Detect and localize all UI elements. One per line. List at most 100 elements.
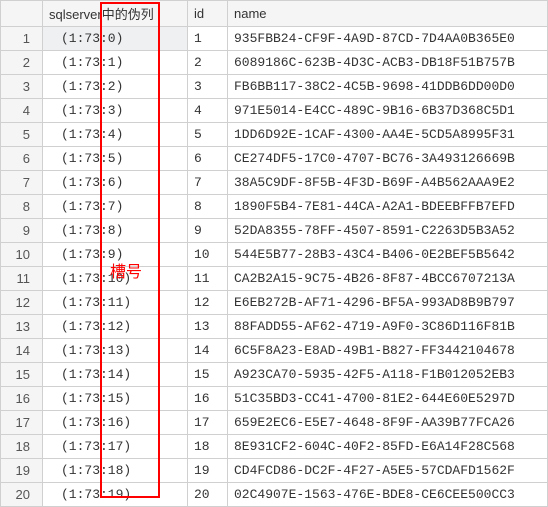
cell-pseudo[interactable]: (1:73:12)	[43, 315, 188, 339]
cell-name[interactable]: 51C35BD3-CC41-4700-81E2-644E60E5297D	[228, 387, 548, 411]
header-pseudo[interactable]: sqlserver中的伪列	[43, 1, 188, 27]
cell-id[interactable]: 3	[188, 75, 228, 99]
row-number[interactable]: 1	[1, 27, 43, 51]
row-number[interactable]: 6	[1, 147, 43, 171]
cell-pseudo[interactable]: (1:73:7)	[43, 195, 188, 219]
table-row[interactable]: 11(1:73:10)11CA2B2A15-9C75-4B26-8F87-4BC…	[1, 267, 548, 291]
cell-id[interactable]: 5	[188, 123, 228, 147]
row-number[interactable]: 12	[1, 291, 43, 315]
table-row[interactable]: 8(1:73:7)81890F5B4-7E81-44CA-A2A1-BDEEBF…	[1, 195, 548, 219]
cell-name[interactable]: 935FBB24-CF9F-4A9D-87CD-7D4AA0B365E0	[228, 27, 548, 51]
cell-id[interactable]: 16	[188, 387, 228, 411]
cell-id[interactable]: 19	[188, 459, 228, 483]
cell-name[interactable]: 659E2EC6-E5E7-4648-8F9F-AA39B77FCA26	[228, 411, 548, 435]
cell-id[interactable]: 6	[188, 147, 228, 171]
table-row[interactable]: 15(1:73:14)15A923CA70-5935-42F5-A118-F1B…	[1, 363, 548, 387]
cell-id[interactable]: 8	[188, 195, 228, 219]
row-number[interactable]: 15	[1, 363, 43, 387]
cell-pseudo[interactable]: (1:73:11)	[43, 291, 188, 315]
cell-name[interactable]: 6C5F8A23-E8AD-49B1-B827-FF3442104678	[228, 339, 548, 363]
table-row[interactable]: 10(1:73:9)10544E5B77-28B3-43C4-B406-0E2B…	[1, 243, 548, 267]
table-row[interactable]: 12(1:73:11)12E6EB272B-AF71-4296-BF5A-993…	[1, 291, 548, 315]
data-grid[interactable]: sqlserver中的伪列 id name 1(1:73:0)1935FBB24…	[0, 0, 548, 507]
cell-name[interactable]: CE274DF5-17C0-4707-BC76-3A493126669B	[228, 147, 548, 171]
row-number[interactable]: 20	[1, 483, 43, 507]
cell-pseudo[interactable]: (1:73:3)	[43, 99, 188, 123]
cell-name[interactable]: 6089186C-623B-4D3C-ACB3-DB18F51B757B	[228, 51, 548, 75]
cell-id[interactable]: 10	[188, 243, 228, 267]
row-number[interactable]: 9	[1, 219, 43, 243]
header-id[interactable]: id	[188, 1, 228, 27]
cell-pseudo[interactable]: (1:73:9)	[43, 243, 188, 267]
cell-id[interactable]: 7	[188, 171, 228, 195]
cell-pseudo[interactable]: (1:73:15)	[43, 387, 188, 411]
cell-name[interactable]: CA2B2A15-9C75-4B26-8F87-4BCC6707213A	[228, 267, 548, 291]
cell-name[interactable]: 02C4907E-1563-476E-BDE8-CE6CEE500CC3	[228, 483, 548, 507]
cell-name[interactable]: 38A5C9DF-8F5B-4F3D-B69F-A4B562AAA9E2	[228, 171, 548, 195]
table-row[interactable]: 16(1:73:15)1651C35BD3-CC41-4700-81E2-644…	[1, 387, 548, 411]
table-row[interactable]: 17(1:73:16)17659E2EC6-E5E7-4648-8F9F-AA3…	[1, 411, 548, 435]
cell-pseudo[interactable]: (1:73:8)	[43, 219, 188, 243]
table-row[interactable]: 14(1:73:13)146C5F8A23-E8AD-49B1-B827-FF3…	[1, 339, 548, 363]
cell-name[interactable]: A923CA70-5935-42F5-A118-F1B012052EB3	[228, 363, 548, 387]
table-row[interactable]: 1(1:73:0)1935FBB24-CF9F-4A9D-87CD-7D4AA0…	[1, 27, 548, 51]
cell-name[interactable]: 8E931CF2-604C-40F2-85FD-E6A14F28C568	[228, 435, 548, 459]
cell-pseudo[interactable]: (1:73:1)	[43, 51, 188, 75]
table-row[interactable]: 19(1:73:18)19CD4FCD86-DC2F-4F27-A5E5-57C…	[1, 459, 548, 483]
row-number[interactable]: 2	[1, 51, 43, 75]
cell-name[interactable]: 88FADD55-AF62-4719-A9F0-3C86D116F81B	[228, 315, 548, 339]
cell-id[interactable]: 17	[188, 411, 228, 435]
cell-pseudo[interactable]: (1:73:10)	[43, 267, 188, 291]
cell-pseudo[interactable]: (1:73:17)	[43, 435, 188, 459]
cell-id[interactable]: 4	[188, 99, 228, 123]
cell-pseudo[interactable]: (1:73:16)	[43, 411, 188, 435]
row-number[interactable]: 16	[1, 387, 43, 411]
row-number[interactable]: 14	[1, 339, 43, 363]
table-row[interactable]: 4(1:73:3)4971E5014-E4CC-489C-9B16-6B37D3…	[1, 99, 548, 123]
cell-pseudo[interactable]: (1:73:5)	[43, 147, 188, 171]
cell-name[interactable]: CD4FCD86-DC2F-4F27-A5E5-57CDAFD1562F	[228, 459, 548, 483]
cell-name[interactable]: FB6BB117-38C2-4C5B-9698-41DDB6DD00D0	[228, 75, 548, 99]
cell-id[interactable]: 11	[188, 267, 228, 291]
cell-id[interactable]: 1	[188, 27, 228, 51]
row-number[interactable]: 8	[1, 195, 43, 219]
row-number[interactable]: 10	[1, 243, 43, 267]
header-rownum[interactable]	[1, 1, 43, 27]
cell-pseudo[interactable]: (1:73:2)	[43, 75, 188, 99]
table-row[interactable]: 2(1:73:1)26089186C-623B-4D3C-ACB3-DB18F5…	[1, 51, 548, 75]
cell-pseudo[interactable]: (1:73:4)	[43, 123, 188, 147]
cell-name[interactable]: 544E5B77-28B3-43C4-B406-0E2BEF5B5642	[228, 243, 548, 267]
row-number[interactable]: 18	[1, 435, 43, 459]
row-number[interactable]: 5	[1, 123, 43, 147]
cell-id[interactable]: 9	[188, 219, 228, 243]
row-number[interactable]: 7	[1, 171, 43, 195]
cell-id[interactable]: 2	[188, 51, 228, 75]
table-row[interactable]: 20(1:73:19)2002C4907E-1563-476E-BDE8-CE6…	[1, 483, 548, 507]
table-row[interactable]: 13(1:73:12)1388FADD55-AF62-4719-A9F0-3C8…	[1, 315, 548, 339]
cell-id[interactable]: 20	[188, 483, 228, 507]
row-number[interactable]: 13	[1, 315, 43, 339]
cell-pseudo[interactable]: (1:73:6)	[43, 171, 188, 195]
cell-name[interactable]: E6EB272B-AF71-4296-BF5A-993AD8B9B797	[228, 291, 548, 315]
cell-id[interactable]: 14	[188, 339, 228, 363]
cell-pseudo[interactable]: (1:73:18)	[43, 459, 188, 483]
table-row[interactable]: 7(1:73:6)738A5C9DF-8F5B-4F3D-B69F-A4B562…	[1, 171, 548, 195]
table-row[interactable]: 18(1:73:17)188E931CF2-604C-40F2-85FD-E6A…	[1, 435, 548, 459]
table-row[interactable]: 3(1:73:2)3FB6BB117-38C2-4C5B-9698-41DDB6…	[1, 75, 548, 99]
row-number[interactable]: 3	[1, 75, 43, 99]
table-row[interactable]: 9(1:73:8)952DA8355-78FF-4507-8591-C2263D…	[1, 219, 548, 243]
table-row[interactable]: 6(1:73:5)6CE274DF5-17C0-4707-BC76-3A4931…	[1, 147, 548, 171]
cell-name[interactable]: 52DA8355-78FF-4507-8591-C2263D5B3A52	[228, 219, 548, 243]
cell-name[interactable]: 971E5014-E4CC-489C-9B16-6B37D368C5D1	[228, 99, 548, 123]
row-number[interactable]: 4	[1, 99, 43, 123]
row-number[interactable]: 17	[1, 411, 43, 435]
cell-name[interactable]: 1DD6D92E-1CAF-4300-AA4E-5CD5A8995F31	[228, 123, 548, 147]
cell-id[interactable]: 18	[188, 435, 228, 459]
cell-pseudo[interactable]: (1:73:13)	[43, 339, 188, 363]
cell-pseudo[interactable]: (1:73:19)	[43, 483, 188, 507]
cell-id[interactable]: 15	[188, 363, 228, 387]
cell-pseudo[interactable]: (1:73:14)	[43, 363, 188, 387]
cell-pseudo[interactable]: (1:73:0)	[43, 27, 188, 51]
row-number[interactable]: 11	[1, 267, 43, 291]
cell-id[interactable]: 12	[188, 291, 228, 315]
